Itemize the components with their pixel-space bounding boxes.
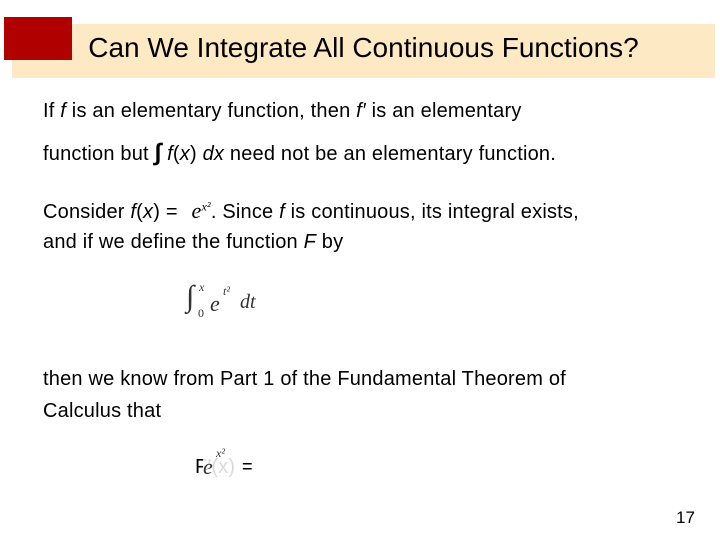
- paragraph-line-6: Calculus that: [43, 400, 162, 422]
- integral-formula: ∫ x 0 e t² dt: [186, 280, 256, 320]
- derivative-rhs: e x²: [203, 446, 243, 482]
- paragraph-line-1: If f is an elementary function, then f′ …: [43, 100, 522, 122]
- formula-e: e: [191, 198, 202, 223]
- paragraph-line-4: and if we define the function F by: [43, 231, 344, 253]
- slide-title: Can We Integrate All Continuous Function…: [88, 32, 639, 63]
- paragraph-line-3: Consider f(x) = ex². Since f is continuo…: [43, 198, 579, 223]
- paragraph-line-2: function but ∫ f(x) dx need not be an el…: [43, 139, 556, 166]
- page-number: 17: [676, 508, 695, 527]
- paragraph-line-5: then we know from Part 1 of the Fundamen…: [43, 368, 566, 390]
